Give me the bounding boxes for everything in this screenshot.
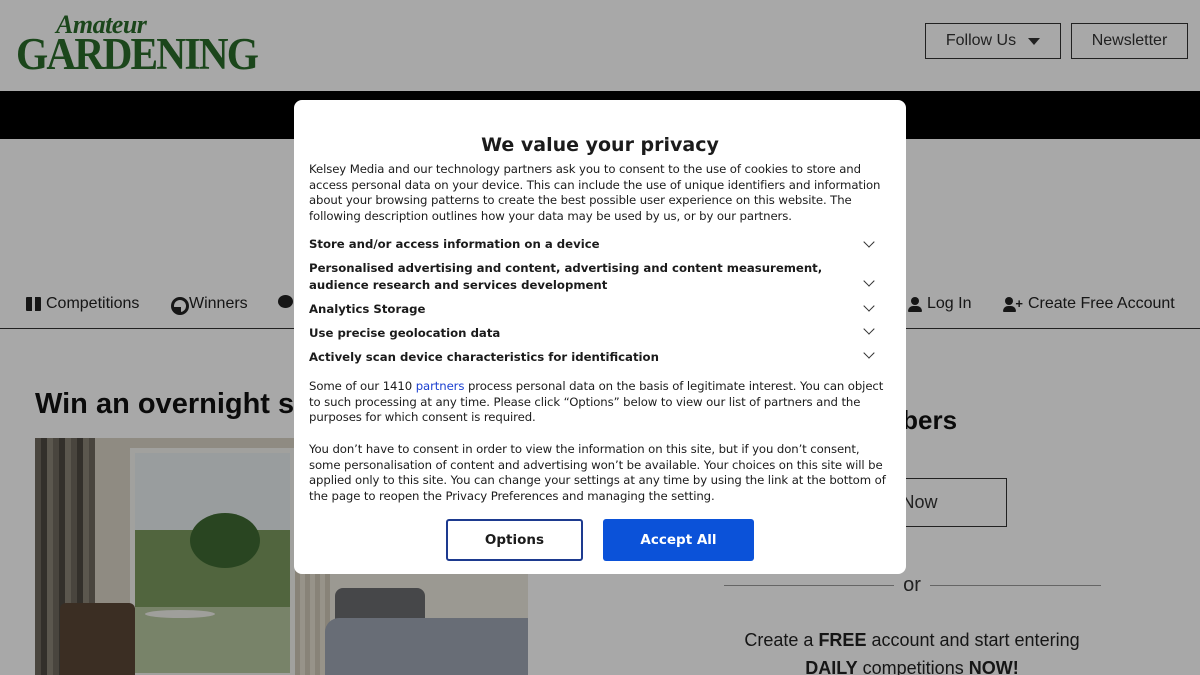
purpose-label: Personalised advertising and content, ad… xyxy=(309,261,823,292)
purpose-item-device-scan[interactable]: Actively scan device characteristics for… xyxy=(309,347,894,366)
purpose-label: Store and/or access information on a dev… xyxy=(309,237,600,251)
privacy-consent-dialog: We value your privacy Kelsey Media and o… xyxy=(294,100,906,574)
options-button[interactable]: Options xyxy=(446,519,583,561)
purpose-item-advertising[interactable]: Personalised advertising and content, ad… xyxy=(309,260,894,294)
chevron-down-icon[interactable] xyxy=(863,275,875,287)
legitimate-interest-text: Some of our 1410 partners process person… xyxy=(309,379,894,426)
purpose-label: Analytics Storage xyxy=(309,302,426,316)
partners-link[interactable]: partners xyxy=(416,379,465,393)
options-label: Options xyxy=(484,532,545,548)
accept-all-button[interactable]: Accept All xyxy=(603,519,754,561)
chevron-down-icon[interactable] xyxy=(863,347,875,359)
chevron-down-icon[interactable] xyxy=(863,236,875,248)
purpose-item-storage[interactable]: Store and/or access information on a dev… xyxy=(309,236,894,253)
purpose-label: Use precise geolocation data xyxy=(309,326,501,340)
no-consent-text: You don’t have to consent in order to vi… xyxy=(309,442,886,503)
dialog-title: We value your privacy xyxy=(481,134,719,156)
purpose-label: Actively scan device characteristics for… xyxy=(309,350,659,364)
dialog-intro-text: Kelsey Media and our technology partners… xyxy=(309,162,881,223)
legit-text-pre: Some of our 1410 xyxy=(309,379,416,393)
accept-all-label: Accept All xyxy=(640,532,717,548)
purpose-item-geolocation[interactable]: Use precise geolocation data xyxy=(309,323,894,342)
purpose-item-analytics[interactable]: Analytics Storage xyxy=(309,300,894,318)
chevron-down-icon[interactable] xyxy=(863,300,875,312)
chevron-down-icon[interactable] xyxy=(863,323,875,335)
